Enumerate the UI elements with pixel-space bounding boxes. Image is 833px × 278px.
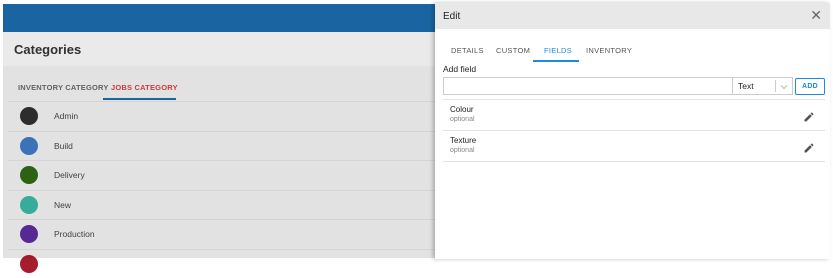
category-item-delivery[interactable]: Delivery	[8, 160, 435, 190]
category-item-production[interactable]: Production	[8, 219, 435, 249]
panel-header: Edit ✕	[435, 3, 830, 29]
new-field-input[interactable]	[443, 77, 733, 95]
page-title: Categories	[14, 42, 81, 57]
field-name: Colour	[450, 105, 474, 114]
tab-custom[interactable]: CUSTOM	[496, 46, 530, 55]
category-list: Admin Build Delivery New Production	[8, 101, 435, 278]
list-item: Colour optional	[443, 99, 825, 130]
edit-pencil-icon[interactable]	[803, 141, 815, 153]
category-label: New	[54, 200, 71, 210]
tab-jobs-category[interactable]: JOBS CATEGORY	[111, 83, 178, 92]
field-list: Colour optional Texture optional	[443, 99, 825, 162]
category-label: Build	[54, 141, 73, 151]
category-item-new[interactable]: New	[8, 190, 435, 220]
category-item-build[interactable]: Build	[8, 131, 435, 161]
category-color-dot	[20, 225, 38, 243]
category-item-partial[interactable]	[8, 249, 435, 278]
chevron-down-icon[interactable]	[776, 77, 792, 95]
category-color-dot	[20, 107, 38, 125]
category-color-dot	[20, 196, 38, 214]
field-status: optional	[450, 147, 475, 154]
category-label: Production	[54, 229, 95, 239]
list-item: Texture optional	[443, 130, 825, 162]
tab-inventory[interactable]: INVENTORY	[586, 46, 632, 55]
category-item-admin[interactable]: Admin	[8, 101, 435, 131]
active-tab-indicator	[103, 98, 176, 100]
edit-panel: Edit ✕ DETAILS CUSTOM FIELDS INVENTORY A…	[435, 3, 830, 259]
category-label: Delivery	[54, 170, 85, 180]
edit-pencil-icon[interactable]	[803, 110, 815, 122]
category-color-dot	[20, 137, 38, 155]
field-type-value: Text	[738, 81, 775, 91]
category-label: Admin	[54, 111, 78, 121]
field-name: Texture	[450, 136, 476, 145]
active-tab-indicator	[533, 60, 579, 62]
close-icon[interactable]: ✕	[810, 8, 822, 22]
panel-title: Edit	[443, 11, 460, 22]
tab-details[interactable]: DETAILS	[451, 46, 484, 55]
add-field-button[interactable]: ADD	[795, 78, 825, 95]
field-type-select[interactable]: Text	[733, 77, 793, 95]
app-top-bar	[3, 4, 435, 32]
category-color-dot	[20, 166, 38, 184]
field-status: optional	[450, 116, 475, 123]
tab-inventory-category[interactable]: INVENTORY CATEGORY	[18, 83, 109, 92]
tab-fields[interactable]: FIELDS	[544, 46, 572, 55]
category-color-dot	[20, 255, 38, 273]
add-field-label: Add field	[443, 64, 476, 74]
